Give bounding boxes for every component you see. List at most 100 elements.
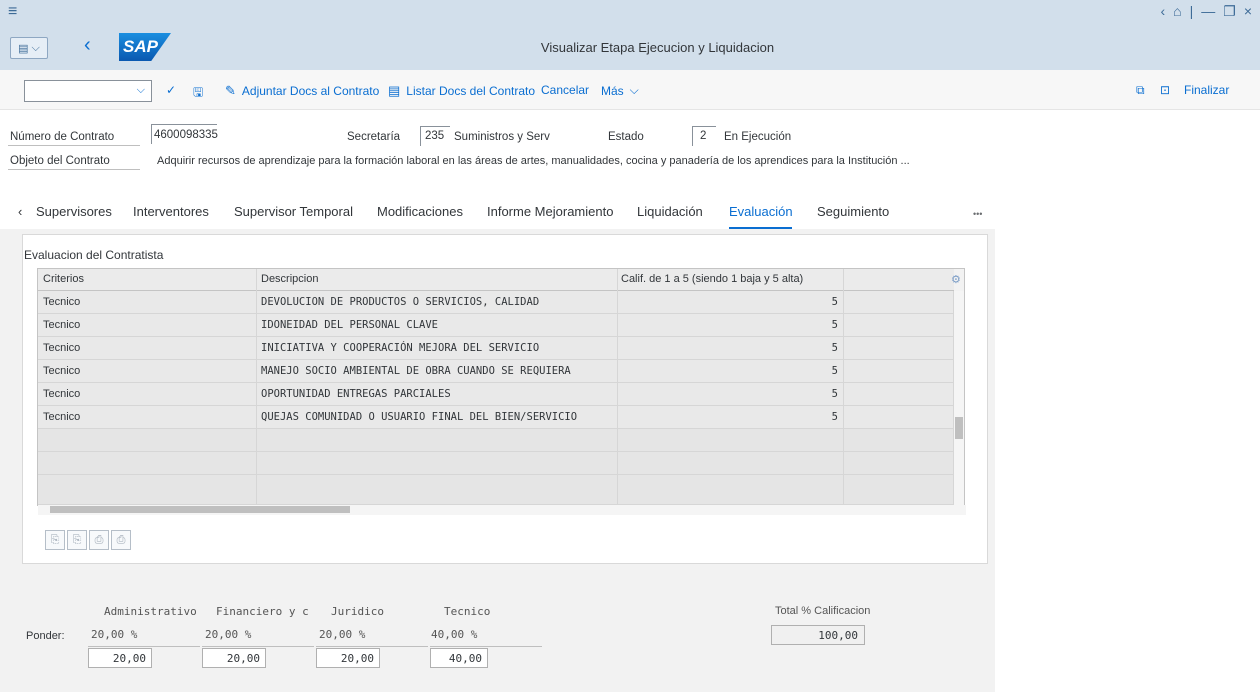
- adjuntar-docs-button[interactable]: ✎ Adjuntar Docs al Contrato: [225, 83, 379, 99]
- adjuntar-docs-label: Adjuntar Docs al Contrato: [241, 84, 380, 98]
- ponder-header-juridico: Juridico: [331, 605, 384, 618]
- insert-row-icon[interactable]: ⎘: [45, 530, 65, 550]
- append-row-icon[interactable]: ⎘: [67, 530, 87, 550]
- cell-calificacion: 5: [831, 388, 838, 400]
- ponder-header-administrativo: Administrativo: [104, 605, 197, 618]
- mas-button[interactable]: Más ⌵: [601, 83, 639, 98]
- table-settings-icon[interactable]: ⚙: [951, 273, 961, 286]
- chevron-down-icon: ⌵: [136, 84, 145, 96]
- tab-interventores[interactable]: Interventores: [133, 204, 209, 219]
- divider: [202, 646, 314, 647]
- secretaria-label: Secretaría: [347, 131, 401, 143]
- cell-criterio: Tecnico: [43, 319, 81, 331]
- close-icon[interactable]: ×: [1244, 3, 1252, 20]
- tab-supervisor-temporal[interactable]: Supervisor Temporal: [234, 204, 353, 219]
- ponder-pct-administrativo: 20,00 %: [91, 628, 138, 641]
- divider: [88, 646, 200, 647]
- table-row[interactable]: Tecnico DEVOLUCION DE PRODUCTOS O SERVIC…: [38, 291, 954, 314]
- hamburger-menu-icon[interactable]: ≡: [8, 3, 17, 21]
- column-separator[interactable]: [617, 269, 618, 505]
- table-row[interactable]: Tecnico QUEJAS COMUNIDAD O USUARIO FINAL…: [38, 406, 954, 429]
- table-row[interactable]: Tecnico OPORTUNIDAD ENTREGAS PARCIALES 5: [38, 383, 954, 406]
- collapse-icon[interactable]: ‹: [1160, 3, 1165, 20]
- cell-criterio: Tecnico: [43, 388, 81, 400]
- ponder-pct-juridico: 20,00 %: [319, 628, 366, 641]
- table-row[interactable]: Tecnico INICIATIVA Y COOPERACIÓN MEJORA …: [38, 337, 954, 360]
- ponder-label: Ponder:: [26, 630, 65, 642]
- tabs-scroll-left-icon[interactable]: ‹: [18, 204, 22, 219]
- window-controls: ‹ ⌂ | — ❐ ×: [1160, 3, 1252, 20]
- secretaria-text: Suministros y Serv: [454, 131, 550, 143]
- objeto-value: Adquirir recursos de aprendizaje para la…: [157, 155, 910, 167]
- tab-evaluacion[interactable]: Evaluación: [729, 204, 793, 219]
- ponder-header-tecnico: Tecnico: [444, 605, 491, 618]
- ponder-value-juridico: 20,00: [316, 648, 380, 668]
- tab-seguimiento[interactable]: Seguimiento: [817, 204, 889, 219]
- new-window-icon[interactable]: ⧉: [1136, 83, 1145, 98]
- cell-descripcion: OPORTUNIDAD ENTREGAS PARCIALES: [261, 388, 451, 400]
- cell-criterio: Tecnico: [43, 296, 81, 308]
- tab-supervisores[interactable]: Supervisores: [36, 204, 112, 219]
- evaluation-table: Criterios Descripcion Calif. de 1 a 5 (s…: [37, 268, 966, 515]
- chevron-down-icon: ⌵: [629, 83, 639, 97]
- tab-modificaciones[interactable]: Modificaciones: [377, 204, 463, 219]
- cell-descripcion: QUEJAS COMUNIDAD O USUARIO FINAL DEL BIE…: [261, 411, 578, 423]
- vertical-scrollbar[interactable]: [953, 291, 964, 505]
- table-row[interactable]: Tecnico MANEJO SOCIO AMBIENTAL DE OBRA C…: [38, 360, 954, 383]
- contrato-value: 4600098335: [154, 129, 218, 141]
- lock-icon[interactable]: ⌂: [1173, 3, 1181, 20]
- tab-liquidacion[interactable]: Liquidación: [637, 204, 703, 219]
- contrato-label: Número de Contrato: [10, 131, 115, 143]
- delete-row-icon[interactable]: ⎙: [89, 530, 109, 550]
- column-separator[interactable]: [256, 269, 257, 505]
- page-title: Visualizar Etapa Ejecucion y Liquidacion: [540, 40, 775, 55]
- paperclip-icon: ✎: [225, 83, 236, 98]
- layout-icon[interactable]: ⊡: [1160, 83, 1170, 97]
- column-descripcion[interactable]: Descripcion: [261, 273, 318, 285]
- ponder-value-administrativo: 20,00: [88, 648, 152, 668]
- estado-code: 2: [700, 130, 707, 142]
- column-separator[interactable]: [843, 269, 844, 505]
- application-toolbar: ⌵ ✓ 🖫 ✎ Adjuntar Docs al Contrato ▤ List…: [0, 70, 1260, 110]
- empty-row: [38, 429, 954, 452]
- empty-row: [38, 475, 954, 505]
- cell-descripcion: IDONEIDAD DEL PERSONAL CLAVE: [261, 319, 439, 331]
- estado-label: Estado: [608, 131, 644, 143]
- cancelar-label: Cancelar: [541, 83, 590, 97]
- cell-descripcion: INICIATIVA Y COOPERACIÓN MEJORA DEL SERV…: [261, 342, 540, 354]
- cell-calificacion: 5: [831, 342, 838, 354]
- table-row[interactable]: Tecnico IDONEIDAD DEL PERSONAL CLAVE 5: [38, 314, 954, 337]
- minimize-icon[interactable]: —: [1201, 3, 1215, 20]
- action-select[interactable]: ⌵: [24, 80, 152, 102]
- finalizar-button[interactable]: Finalizar: [1184, 83, 1229, 97]
- column-criterios[interactable]: Criterios: [43, 273, 84, 285]
- copy-row-icon[interactable]: ⎙: [111, 530, 131, 550]
- cancelar-button[interactable]: Cancelar: [541, 83, 589, 97]
- document-list-icon: ▤: [388, 83, 401, 98]
- tabs-overflow-icon[interactable]: •••: [973, 209, 982, 219]
- ponder-value-tecnico: 40,00: [430, 648, 488, 668]
- column-calificacion[interactable]: Calif. de 1 a 5 (siendo 1 baja y 5 alta): [621, 273, 803, 285]
- total-calificacion-field: 100,00: [771, 625, 865, 645]
- cell-calificacion: 5: [831, 319, 838, 331]
- objeto-label: Objeto del Contrato: [10, 155, 110, 167]
- cell-calificacion: 5: [831, 296, 838, 308]
- vertical-scroll-thumb[interactable]: [955, 417, 963, 439]
- cell-calificacion: 5: [831, 411, 838, 423]
- ponder-header-financiero: Financiero y c: [216, 605, 309, 618]
- tab-informe-mejoramiento[interactable]: Informe Mejoramiento: [487, 204, 613, 219]
- listar-docs-button[interactable]: ▤ Listar Docs del Contrato: [388, 83, 535, 99]
- enter-check-icon[interactable]: ✓: [166, 83, 176, 97]
- cell-criterio: Tecnico: [43, 342, 81, 354]
- empty-row: [38, 452, 954, 475]
- horizontal-scroll-thumb[interactable]: [50, 506, 350, 513]
- cell-calificacion: 5: [831, 365, 838, 377]
- save-icon[interactable]: 🖫: [193, 83, 203, 104]
- divider: [430, 646, 542, 647]
- table-header: Criterios Descripcion Calif. de 1 a 5 (s…: [38, 269, 961, 291]
- maximize-icon[interactable]: ❐: [1223, 3, 1236, 20]
- shell-header: ▤ ⌵ ‹ SAP Visualizar Etapa Ejecucion y L…: [0, 26, 1260, 70]
- secretaria-code: 235: [425, 130, 445, 142]
- horizontal-scrollbar[interactable]: [38, 505, 966, 515]
- total-label: Total % Calificacion: [775, 605, 871, 617]
